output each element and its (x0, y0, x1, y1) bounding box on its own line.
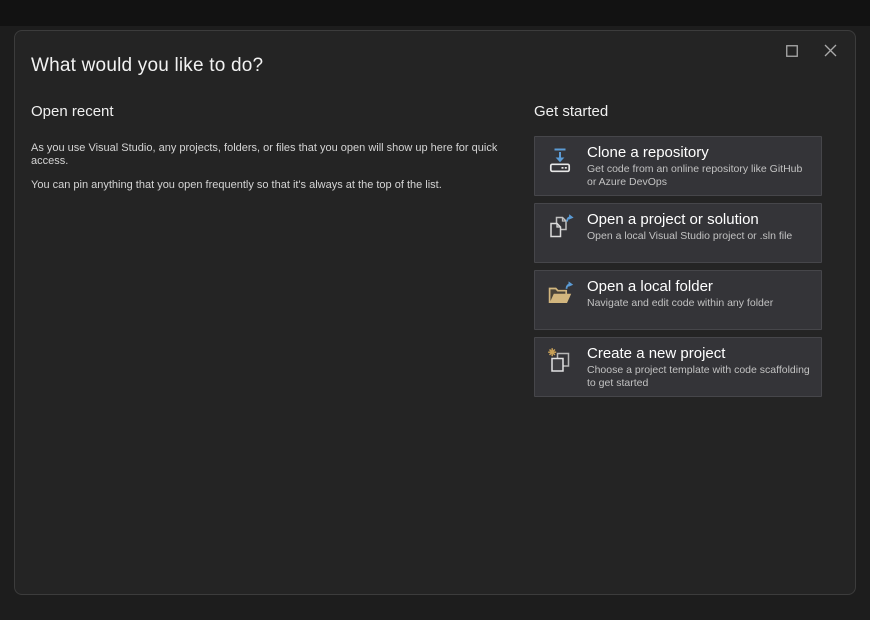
get-started-buttons: Clone a repository Get code from an onli… (534, 136, 823, 397)
open-project-icon (545, 213, 575, 241)
new-project-icon (545, 347, 575, 375)
close-icon (824, 44, 837, 60)
open-folder-button[interactable]: Open a local folder Navigate and edit co… (534, 270, 822, 330)
open-recent-description-2: You can pin anything that you open frequ… (31, 179, 510, 192)
maximize-icon (786, 45, 798, 60)
get-started-section: Get started (534, 103, 823, 404)
desktop-top-strip (0, 0, 870, 26)
new-project-title: Create a new project (587, 344, 813, 363)
open-folder-subtitle: Navigate and edit code within any folder (587, 297, 813, 310)
open-folder-texts: Open a local folder Navigate and edit co… (587, 277, 813, 310)
open-folder-title: Open a local folder (587, 277, 813, 296)
window-controls (773, 35, 849, 69)
open-project-subtitle: Open a local Visual Studio project or .s… (587, 230, 813, 243)
new-project-subtitle: Choose a project template with code scaf… (587, 364, 813, 390)
open-folder-icon (545, 280, 575, 308)
open-recent-section: Open recent As you use Visual Studio, an… (31, 103, 534, 404)
open-project-texts: Open a project or solution Open a local … (587, 210, 813, 243)
close-button[interactable] (811, 35, 849, 69)
new-project-texts: Create a new project Choose a project te… (587, 344, 813, 390)
open-recent-heading: Open recent (31, 103, 510, 120)
start-window-dialog: What would you like to do? Open recent A… (14, 30, 856, 595)
open-project-button[interactable]: Open a project or solution Open a local … (534, 203, 822, 263)
new-project-button[interactable]: Create a new project Choose a project te… (534, 337, 822, 397)
clone-repository-subtitle: Get code from an online repository like … (587, 163, 813, 189)
get-started-heading: Get started (534, 103, 823, 120)
clone-repository-title: Clone a repository (587, 143, 813, 162)
page-title: What would you like to do? (31, 55, 855, 77)
clone-repository-icon (545, 146, 575, 174)
content-columns: Open recent As you use Visual Studio, an… (15, 103, 855, 404)
open-recent-description-1: As you use Visual Studio, any projects, … (31, 142, 510, 168)
clone-repository-texts: Clone a repository Get code from an onli… (587, 143, 813, 189)
open-project-title: Open a project or solution (587, 210, 813, 229)
clone-repository-button[interactable]: Clone a repository Get code from an onli… (534, 136, 822, 196)
maximize-button[interactable] (773, 35, 811, 69)
